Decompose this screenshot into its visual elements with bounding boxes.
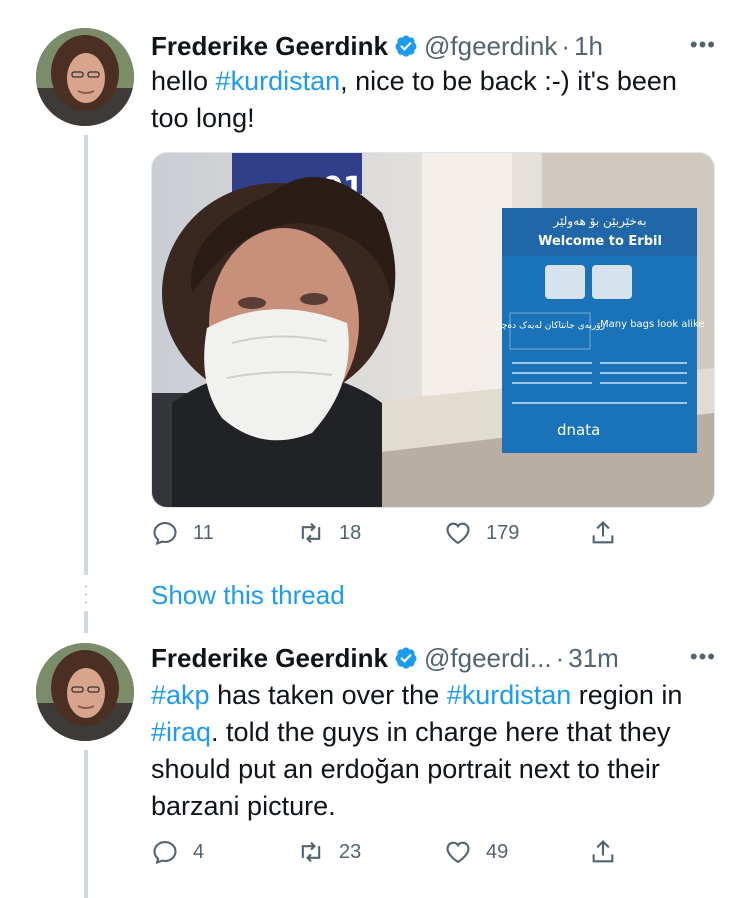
- retweet-icon: [301, 522, 321, 544]
- like-count: 49: [486, 840, 509, 863]
- hashtag-link[interactable]: #iraq: [151, 717, 211, 747]
- more-options-icon[interactable]: •••: [690, 32, 716, 58]
- tweet-2[interactable]: Frederike Geerdink @fgeerdi... · 31m •••…: [0, 620, 750, 898]
- like-count: 179: [486, 521, 520, 544]
- text-part: region in: [571, 680, 683, 710]
- reply-button[interactable]: 4: [151, 838, 204, 866]
- sign-left-kurdish: زۆربەی جانتاکان لەیەک دەچن: [495, 320, 605, 331]
- share-icon: [592, 521, 614, 544]
- retweet-count: 23: [339, 840, 362, 863]
- sign-logo: dnata: [557, 421, 600, 439]
- thread-line: [84, 135, 88, 575]
- avatar[interactable]: [36, 28, 134, 126]
- retweet-button[interactable]: 18: [297, 519, 361, 547]
- tweet-text: hello #kurdistan, nice to be back :-) it…: [151, 63, 721, 137]
- share-button[interactable]: [589, 838, 631, 866]
- more-options-icon[interactable]: •••: [690, 644, 716, 670]
- author-name[interactable]: Frederike Geerdink: [151, 643, 388, 674]
- thread-line: [84, 750, 88, 898]
- sign-title: Welcome to Erbil: [538, 234, 662, 249]
- share-icon: [592, 840, 614, 863]
- reply-count: 4: [193, 840, 205, 863]
- heart-icon: [446, 841, 470, 864]
- verified-badge-icon: [395, 35, 417, 57]
- retweet-count: 18: [339, 521, 362, 544]
- author-name[interactable]: Frederike Geerdink: [151, 31, 388, 62]
- text-part: has taken over the: [209, 680, 447, 710]
- reply-button[interactable]: 11: [151, 519, 214, 547]
- reply-icon: [153, 522, 177, 546]
- tweet-actions: 4 23 49: [151, 838, 631, 878]
- separator-dot: ·: [555, 642, 565, 673]
- hashtag-link[interactable]: #kurdistan: [216, 66, 341, 96]
- reply-icon: [153, 841, 177, 865]
- reply-count: 11: [193, 521, 214, 544]
- airport-selfie-image: 01 بەخێربێن بۆ هەولێر Welcome to Erbil ز…: [152, 153, 714, 507]
- hashtag-link[interactable]: #akp: [151, 680, 210, 710]
- text-part: hello: [151, 66, 216, 96]
- sign-kurdish: بەخێربێن بۆ هەولێر: [552, 214, 646, 229]
- author-handle[interactable]: @fgeerdi...: [424, 643, 552, 674]
- tweet-text: #akp has taken over the #kurdistan regio…: [151, 677, 721, 825]
- retweet-icon: [301, 841, 321, 863]
- timestamp[interactable]: 1h: [574, 31, 603, 62]
- tweet-1[interactable]: Frederike Geerdink @fgeerdink · 1h ••• h…: [0, 0, 750, 633]
- heart-icon: [446, 522, 470, 545]
- verified-badge-icon: [395, 647, 417, 669]
- avatar[interactable]: [36, 643, 134, 741]
- text-part: . told the guys in charge here that they…: [151, 717, 671, 821]
- tweet-photo[interactable]: 01 بەخێربێن بۆ هەولێر Welcome to Erbil ز…: [151, 152, 715, 508]
- sign-right-text: Many bags look alike: [600, 319, 705, 330]
- like-button[interactable]: 49: [444, 838, 508, 866]
- retweet-button[interactable]: 23: [297, 838, 361, 866]
- author-handle[interactable]: @fgeerdink: [424, 31, 557, 62]
- thread-dots: [85, 585, 87, 604]
- like-button[interactable]: 179: [444, 519, 519, 547]
- separator-dot: ·: [561, 30, 571, 61]
- share-button[interactable]: [589, 519, 631, 547]
- hashtag-link[interactable]: #kurdistan: [447, 680, 572, 710]
- tweet-header: Frederike Geerdink @fgeerdink · 1h: [151, 28, 603, 64]
- show-thread-link[interactable]: Show this thread: [151, 580, 345, 611]
- tweet-actions: 11 18 179: [151, 519, 631, 559]
- timestamp[interactable]: 31m: [568, 643, 619, 674]
- tweet-header: Frederike Geerdink @fgeerdi... · 31m: [151, 640, 619, 676]
